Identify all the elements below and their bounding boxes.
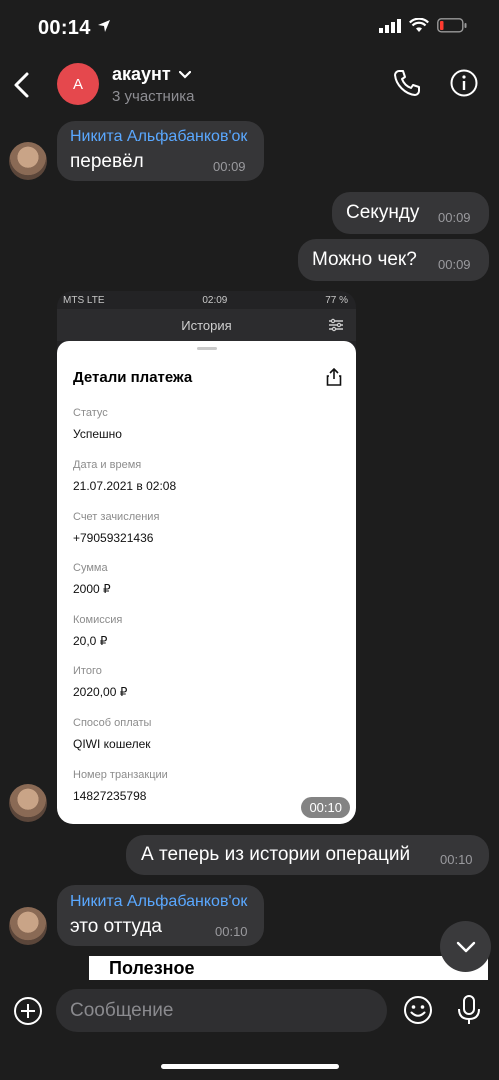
message-time: 00:09 <box>438 257 471 272</box>
receipt-clock: 02:09 <box>202 294 228 306</box>
message-text: А теперь из истории операций <box>141 844 411 865</box>
receipt-carrier: MTS LTE <box>63 294 105 306</box>
image-time-badge: 00:10 <box>301 797 350 818</box>
field-commission: Комиссия 20,0 ₽ <box>73 614 123 648</box>
chevron-down-icon <box>178 70 191 79</box>
field-amount: Сумма 2000 ₽ <box>73 562 111 596</box>
receipt-screenshot[interactable]: MTS LTE 02:09 77 % История Детали платеж… <box>57 291 356 824</box>
receipt-screen-title: История <box>181 317 232 333</box>
field-payment-method: Способ оплаты QIWI кошелек <box>73 717 152 751</box>
message-input-container[interactable] <box>56 989 387 1032</box>
field-account: Счет зачисления +79059321436 <box>73 511 160 545</box>
receipt-nav-bar: История <box>57 309 356 341</box>
status-time: 00:14 <box>38 17 111 40</box>
payment-details-card: Детали платежа Статус Успешно Дата и вре… <box>57 341 356 824</box>
chat-title-text: акаунт <box>112 64 171 84</box>
field-status: Статус Успешно <box>73 407 122 441</box>
field-datetime: Дата и время 21.07.2021 в 02:08 <box>73 459 177 493</box>
chat-avatar[interactable]: А <box>57 63 99 105</box>
filter-icon <box>329 318 343 332</box>
smiley-icon <box>404 996 432 1024</box>
phone-icon <box>394 70 420 96</box>
chat-title[interactable]: акаунт <box>112 64 191 85</box>
sender-avatar[interactable] <box>9 784 47 822</box>
location-arrow-icon <box>97 20 110 32</box>
sheet-handle <box>197 347 217 350</box>
message-bubble-outgoing[interactable]: Можно чек? 00:09 <box>298 239 489 281</box>
chevron-left-icon <box>14 72 29 98</box>
payment-details-title: Детали платежа <box>73 369 193 386</box>
voice-button[interactable] <box>455 994 483 1026</box>
message-text: это оттуда <box>70 916 162 937</box>
scroll-to-bottom-button[interactable] <box>440 921 491 972</box>
signal-icon <box>379 18 401 33</box>
message-bubble[interactable]: Никита Альфабанков'ок это оттуда 00:10 <box>57 885 264 946</box>
receipt-battery: 77 % <box>325 294 348 306</box>
sender-name[interactable]: Никита Альфабанков'ок <box>70 893 247 911</box>
wifi-icon <box>409 18 429 32</box>
message-bubble-outgoing[interactable]: Секунду 00:09 <box>332 192 489 234</box>
emoji-button[interactable] <box>402 994 434 1026</box>
status-icons <box>379 18 467 33</box>
sender-name[interactable]: Никита Альфабанков'ок <box>70 128 247 146</box>
share-icon <box>326 368 342 386</box>
message-time: 00:10 <box>215 924 248 939</box>
battery-low-icon <box>437 18 467 33</box>
receipt-status-bar: MTS LTE 02:09 77 % <box>57 291 356 309</box>
message-bubble[interactable]: Никита Альфабанков'ок перевёл 00:09 <box>57 121 264 181</box>
message-time: 00:10 <box>440 852 473 867</box>
message-input[interactable] <box>56 989 387 1032</box>
message-text: перевёл <box>70 151 144 172</box>
next-message-peek[interactable]: Полезное <box>89 956 488 980</box>
message-text: Секунду <box>346 202 420 223</box>
message-bubble-outgoing[interactable]: А теперь из истории операций 00:10 <box>126 835 489 875</box>
message-time: 00:09 <box>438 210 471 225</box>
back-button[interactable] <box>10 70 34 100</box>
chevron-down-icon <box>456 941 475 952</box>
call-button[interactable] <box>392 68 426 102</box>
sender-avatar[interactable] <box>9 907 47 945</box>
message-text: Можно чек? <box>312 249 417 270</box>
attach-button[interactable] <box>12 995 44 1027</box>
sender-avatar[interactable] <box>9 142 47 180</box>
plus-icon <box>14 997 42 1025</box>
home-indicator[interactable] <box>161 1064 339 1069</box>
field-transaction-number: Номер транзакции 14827235798 <box>73 769 168 803</box>
info-button[interactable] <box>449 68 483 102</box>
message-time: 00:09 <box>213 159 246 174</box>
field-total: Итого 2020,00 ₽ <box>73 665 128 699</box>
microphone-icon <box>458 995 480 1024</box>
chat-subtitle: 3 участника <box>112 88 195 105</box>
info-icon <box>450 69 478 97</box>
